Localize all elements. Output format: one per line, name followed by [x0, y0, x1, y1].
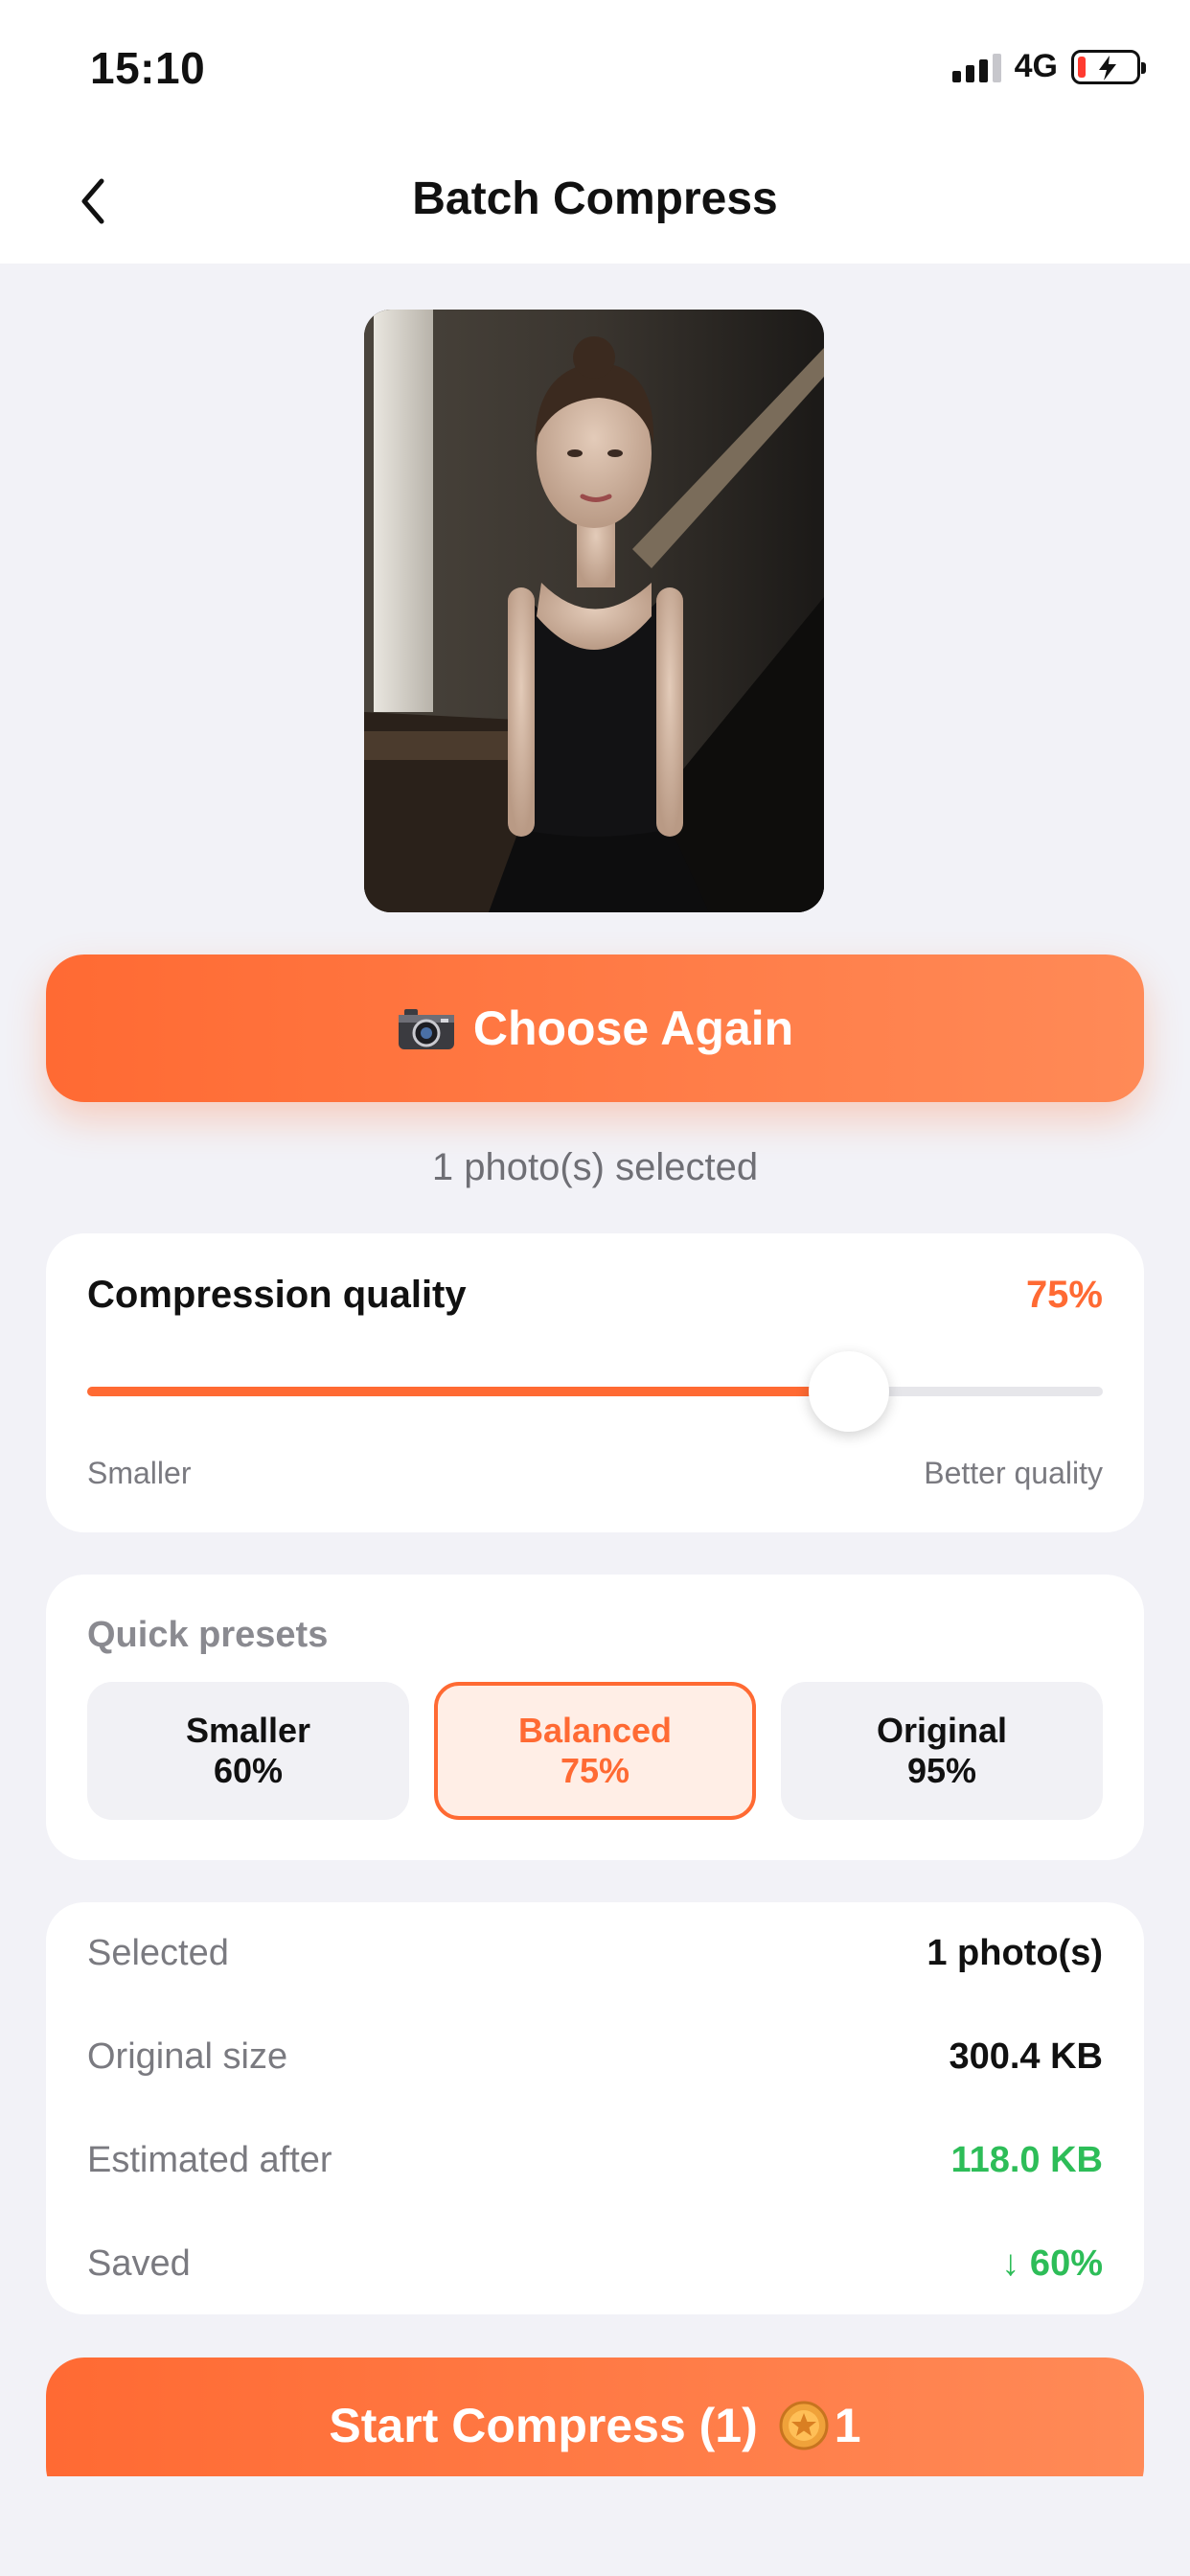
- quality-slider[interactable]: [87, 1351, 1103, 1432]
- preset-name: Smaller: [185, 1710, 311, 1750]
- preset-name: Original: [876, 1710, 1008, 1750]
- signal-icon: [951, 52, 1001, 82]
- preset-value: 95%: [906, 1751, 977, 1790]
- preset-original-button[interactable]: Original 95%: [781, 1682, 1103, 1820]
- quality-card: Compression quality 75% Smaller Better q…: [46, 1233, 1144, 1532]
- summary-value: 118.0 KB: [950, 2140, 1103, 2180]
- summary-value: 300.4 KB: [949, 2036, 1103, 2077]
- bottom-area: [0, 2476, 1190, 2576]
- summary-card: Selected 1 photo(s) Original size 300.4 …: [46, 1902, 1144, 2314]
- choose-again-button[interactable]: Choose Again: [46, 954, 1144, 1102]
- start-compress-button[interactable]: Start Compress (1) 1: [46, 2358, 1144, 2476]
- summary-value: 1 photo(s): [927, 1933, 1103, 1973]
- choose-again-label: Choose Again: [472, 1001, 794, 1055]
- summary-label: Selected: [87, 1933, 229, 1973]
- slider-min-label: Smaller: [87, 1456, 192, 1490]
- start-compress-label: Start Compress (1): [329, 2399, 758, 2452]
- network-label: 4G: [1014, 48, 1058, 84]
- preset-smaller-button[interactable]: Smaller 60%: [87, 1682, 409, 1820]
- slider-max-label: Better quality: [924, 1456, 1103, 1490]
- summary-row-original-size: Original size 300.4 KB: [87, 2036, 1103, 2078]
- preset-value: 75%: [560, 1751, 630, 1790]
- photo-image: [364, 310, 824, 912]
- summary-value: ↓ 60%: [1001, 2243, 1103, 2284]
- preset-name: Balanced: [517, 1710, 673, 1750]
- summary-row-saved: Saved ↓ 60%: [87, 2243, 1103, 2285]
- page-title: Batch Compress: [412, 173, 778, 224]
- status-indicators: 4G: [951, 48, 1146, 85]
- cost-value: 1: [834, 2399, 861, 2452]
- selected-count-text: 1 photo(s) selected: [431, 1146, 759, 1188]
- summary-label: Estimated after: [87, 2140, 332, 2180]
- quality-slider-fill: [87, 1387, 849, 1396]
- coin-icon: [779, 2401, 829, 2450]
- quality-slider-thumb[interactable]: [809, 1351, 889, 1432]
- quality-value: 75%: [1025, 1274, 1103, 1316]
- summary-label: Saved: [87, 2243, 191, 2284]
- selected-photo[interactable]: [364, 310, 824, 912]
- camera-icon: [397, 1005, 456, 1051]
- start-button-container: Start Compress (1) 1: [0, 2358, 1190, 2476]
- battery-icon: [1071, 49, 1146, 84]
- top-bar: 15:10 4G Batch Compress: [0, 0, 1190, 264]
- preset-balanced-button[interactable]: Balanced 75%: [434, 1682, 756, 1820]
- cost-badge: 1: [779, 2398, 861, 2453]
- summary-row-selected: Selected 1 photo(s): [87, 1933, 1103, 1974]
- summary-label: Original size: [87, 2036, 288, 2077]
- presets-card: Quick presets Smaller 60% Balanced 75% O…: [46, 1575, 1144, 1860]
- preset-value: 60%: [213, 1751, 284, 1790]
- presets-title: Quick presets: [87, 1615, 329, 1655]
- summary-row-estimated-after: Estimated after 118.0 KB: [87, 2140, 1103, 2181]
- quality-title: Compression quality: [87, 1274, 467, 1316]
- status-time: 15:10: [90, 43, 206, 93]
